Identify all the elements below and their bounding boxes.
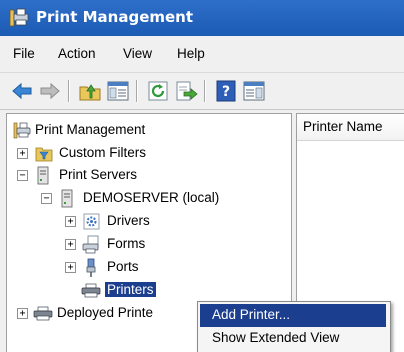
expand-toggle[interactable]: +: [17, 308, 28, 319]
tree-label: Printers: [105, 282, 156, 297]
context-menu: Add Printer... Show Extended View: [197, 301, 391, 352]
refresh-icon[interactable]: [146, 79, 170, 103]
expand-toggle[interactable]: +: [17, 148, 28, 159]
menu-help[interactable]: Help: [175, 46, 207, 61]
export-list-icon[interactable]: [174, 79, 198, 103]
tree-label: Ports: [107, 259, 139, 274]
show-hide-tree-icon[interactable]: [106, 79, 130, 103]
menu-item-label: Add Printer...: [212, 307, 291, 322]
print-management-window: Print Management File Action View Help ?…: [0, 0, 404, 352]
menu-item-add-printer[interactable]: Add Printer...: [200, 304, 386, 327]
filter-folder-icon: [35, 147, 53, 162]
expand-toggle[interactable]: +: [65, 262, 76, 273]
tree-node-print-management[interactable]: Print Management: [11, 120, 281, 142]
tree-node-demoserver[interactable]: − DEMOSERVER (local): [35, 188, 285, 210]
server-icon: [61, 189, 73, 208]
window-title: Print Management: [36, 8, 194, 26]
menu-bar: File Action View Help: [0, 36, 404, 73]
menu-item-show-extended-view[interactable]: Show Extended View: [200, 327, 386, 350]
port-plug-icon: [86, 258, 96, 277]
drivers-icon: [83, 213, 100, 230]
tree-label: Print Management: [35, 122, 146, 137]
tree-node-drivers[interactable]: + Drivers: [59, 211, 279, 233]
tree-label: Drivers: [107, 213, 150, 228]
help-icon[interactable]: ?: [214, 79, 238, 103]
toolbar-separator: [204, 80, 206, 102]
tree-label: DEMOSERVER (local): [83, 190, 220, 205]
forward-arrow-icon[interactable]: [38, 79, 62, 103]
menu-action[interactable]: Action: [56, 46, 98, 61]
print-management-app-icon: [9, 8, 29, 27]
up-folder-icon[interactable]: [78, 79, 102, 103]
menu-file[interactable]: File: [11, 46, 37, 61]
printer-icon: [81, 283, 101, 298]
column-header-label: Printer Name: [303, 119, 383, 134]
tree-node-custom-filters[interactable]: + Custom Filters: [11, 143, 281, 165]
back-arrow-icon[interactable]: [10, 79, 34, 103]
expand-toggle[interactable]: +: [65, 216, 76, 227]
menu-view[interactable]: View: [121, 46, 154, 61]
collapse-toggle[interactable]: −: [41, 193, 52, 204]
tree-node-forms[interactable]: + Forms: [59, 234, 279, 256]
deployed-printer-icon: [33, 306, 53, 321]
expand-toggle[interactable]: +: [65, 239, 76, 250]
svg-text:?: ?: [222, 84, 230, 100]
tree-label: Print Servers: [59, 167, 138, 182]
tree-node-printers[interactable]: Printers: [59, 280, 219, 302]
tree-label: Forms: [107, 236, 146, 251]
toolbar-separator: [136, 80, 138, 102]
toolbar-separator: [68, 80, 70, 102]
show-hide-action-pane-icon[interactable]: [242, 79, 266, 103]
server-icon: [37, 166, 49, 185]
collapse-toggle[interactable]: −: [17, 170, 28, 181]
tree-label: Custom Filters: [59, 145, 147, 160]
tree-node-ports[interactable]: + Ports: [59, 257, 279, 279]
tree-node-print-servers[interactable]: − Print Servers: [11, 165, 281, 187]
tree-label: Deployed Printe: [57, 305, 154, 320]
menu-item-label: Show Extended View: [212, 330, 340, 345]
column-header-printer-name[interactable]: Printer Name: [297, 114, 404, 141]
toolbar: ?: [0, 73, 404, 110]
forms-icon: [82, 235, 99, 254]
print-management-icon: [13, 122, 31, 139]
title-bar: Print Management: [0, 0, 404, 36]
